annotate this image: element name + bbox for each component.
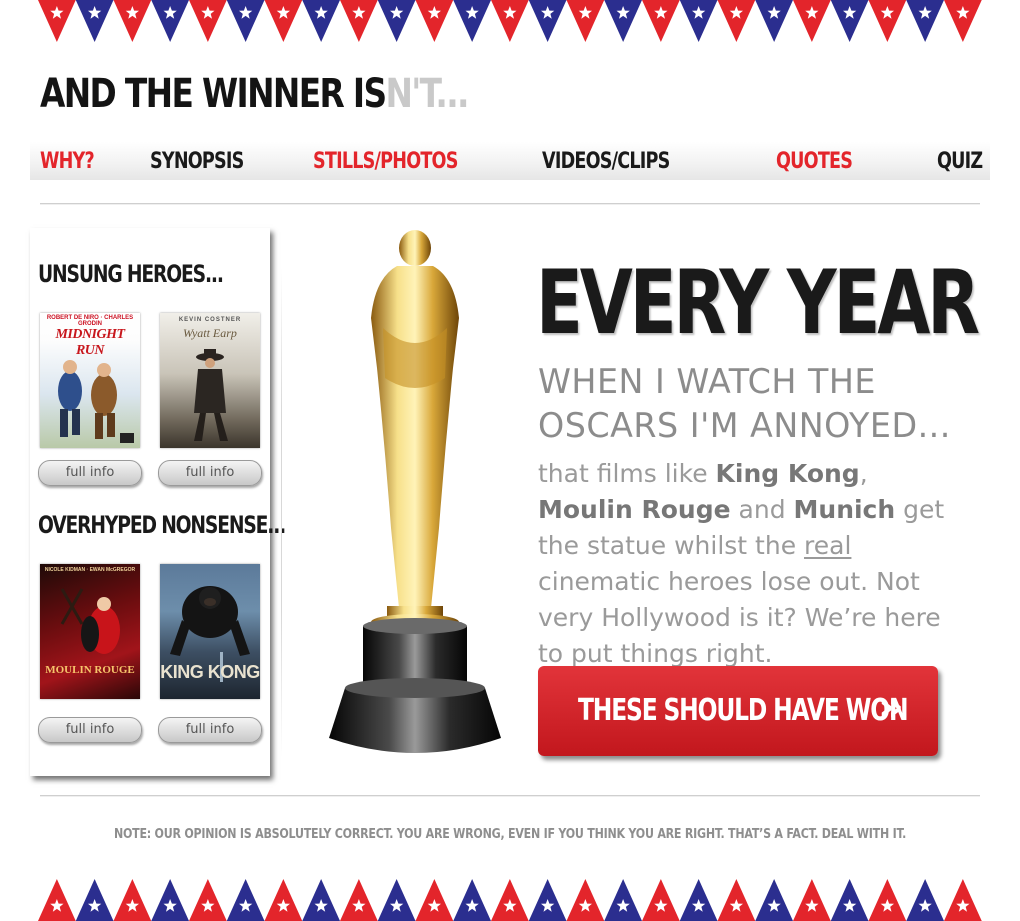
logo-main-text: AND THE WINNER IS — [40, 71, 387, 117]
hero-body: that films like King Kong, Moulin Rouge … — [538, 456, 958, 672]
hero-title: EVERY YEAR — [536, 251, 980, 354]
full-info-button-midnight-run[interactable]: full info — [38, 460, 142, 486]
divider-bottom — [40, 795, 980, 797]
real-emphasis: real — [804, 531, 852, 560]
column-divider — [281, 268, 282, 758]
film-king-kong: King Kong — [715, 459, 860, 488]
nav-synopsis[interactable]: SYNOPSIS — [150, 148, 244, 176]
nav-why[interactable]: WHY? — [40, 148, 95, 176]
full-info-button-moulin-rouge[interactable]: full info — [38, 717, 142, 743]
nav-stills-photos[interactable]: STILLS/PHOTOS — [313, 148, 458, 176]
body-text: cinematic heroes lose out. Not very Holl… — [538, 567, 941, 668]
nav-quotes[interactable]: QUOTES — [776, 148, 853, 176]
body-text: , — [859, 459, 868, 488]
poster-title: MOULIN ROUGE — [45, 664, 135, 676]
body-text: and — [730, 495, 794, 524]
midnight-run-figures-icon — [58, 360, 134, 443]
poster-king-kong[interactable]: KING KONG — [160, 564, 260, 699]
poster-midnight-run[interactable]: ROBERT DE NIRO · CHARLES GRODIN MIDNIGHT… — [40, 313, 140, 448]
body-text: that films like — [538, 459, 716, 488]
overhyped-nonsense-heading: OVERHYPED NONSENSE... — [38, 511, 286, 539]
footer-note: NOTE: OUR OPINION IS ABSOLUTELY CORRECT.… — [113, 826, 907, 842]
oscar-statue-icon — [329, 230, 501, 753]
full-info-button-wyatt-earp[interactable]: full info — [158, 460, 262, 486]
poster-moulin-rouge[interactable]: NICOLE KIDMAN · EWAN McGREGOR MOULIN ROU… — [40, 564, 140, 699]
poster-title: KING KONG — [160, 662, 260, 682]
bottom-bunting — [38, 877, 982, 921]
double-chevron-right-icon: » — [878, 684, 904, 730]
hero-subtitle-line1: WHEN I WATCH THE — [538, 362, 876, 402]
logo-faint-text: N'T... — [385, 71, 469, 117]
hero-subtitle: WHEN I WATCH THE OSCARS I'M ANNOYED... — [538, 360, 979, 448]
these-should-have-won-button[interactable]: THESE SHOULD HAVE WON » — [538, 666, 938, 756]
nav-quiz[interactable]: QUIZ — [937, 148, 983, 176]
nav-videos-clips[interactable]: VIDEOS/CLIPS — [542, 148, 670, 176]
unsung-heroes-heading: UNSUNG HEROES... — [38, 260, 224, 288]
film-moulin-rouge: Moulin Rouge — [538, 495, 731, 524]
cta-label: THESE SHOULD HAVE WON — [578, 693, 909, 728]
full-info-button-king-kong[interactable]: full info — [158, 717, 262, 743]
top-bunting — [38, 0, 982, 44]
hero-subtitle-line2: OSCARS I'M ANNOYED... — [538, 406, 951, 446]
divider-top — [40, 203, 980, 205]
sidebar-panel: UNSUNG HEROES... ROBERT DE NIRO · CHARLE… — [30, 228, 286, 776]
main-nav: WHY? SYNOPSIS STILLS/PHOTOS VIDEOS/CLIPS… — [30, 142, 990, 180]
poster-wyatt-earp[interactable]: KEVIN COSTNER Wyatt Earp — [160, 313, 260, 448]
wyatt-earp-figure-icon — [194, 349, 228, 441]
film-munich: Munich — [793, 495, 896, 524]
moulin-rouge-windmill-icon — [60, 588, 120, 654]
site-logo[interactable]: AND THE WINNER ISN'T... — [40, 70, 470, 118]
